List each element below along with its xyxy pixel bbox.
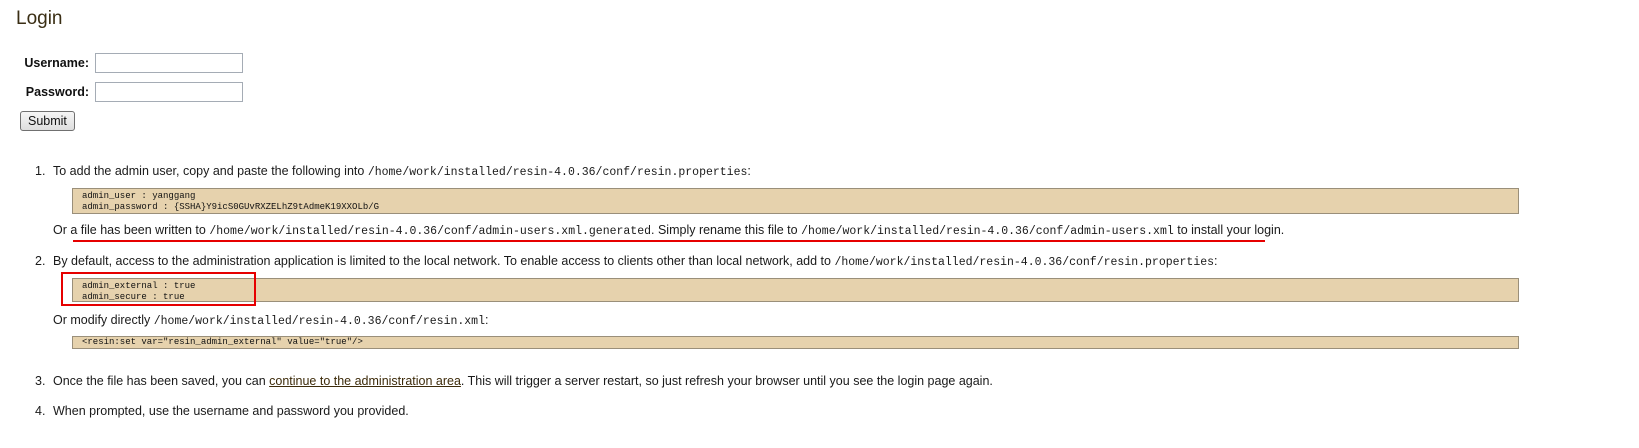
- red-box-annotation: [61, 272, 256, 306]
- step2-text: By default, access to the administration…: [53, 254, 1218, 269]
- username-input[interactable]: [95, 53, 243, 73]
- code-line-admin-external: admin_external : true: [82, 281, 196, 291]
- step1-suffix: :: [747, 164, 751, 178]
- generated-file-path: /home/work/installed/resin-4.0.36/conf/a…: [209, 225, 652, 238]
- step1-path: /home/work/installed/resin-4.0.36/conf/r…: [367, 166, 748, 179]
- password-label: Password:: [25, 85, 89, 99]
- step4-text: When prompted, use the username and pass…: [53, 404, 409, 418]
- step3-text: Once the file has been saved, you can co…: [53, 374, 993, 388]
- step3-number: 3.: [35, 374, 46, 388]
- step2-path: /home/work/installed/resin-4.0.36/conf/r…: [834, 256, 1215, 269]
- resin-xml-path: /home/work/installed/resin-4.0.36/conf/r…: [153, 315, 485, 328]
- step1-text: To add the admin user, copy and paste th…: [53, 164, 751, 179]
- step4-body: When prompted, use the username and pass…: [53, 404, 409, 418]
- admin-users-file-path: /home/work/installed/resin-4.0.36/conf/a…: [801, 225, 1174, 238]
- step3-text-after: . This will trigger a server restart, so…: [460, 374, 993, 388]
- step1-or-text: Or a file has been written to /home/work…: [53, 223, 1284, 238]
- step3-text-before: Once the file has been saved, you can: [53, 374, 266, 388]
- step2-number: 2.: [35, 254, 46, 268]
- username-row: Username:: [18, 52, 243, 74]
- admin-area-link[interactable]: continue to the administration area: [269, 374, 461, 388]
- password-input[interactable]: [95, 82, 243, 102]
- red-underline-annotation: [73, 240, 1265, 242]
- step1-or-prefix: Or a file has been written to: [53, 223, 206, 237]
- step1-or-middle: . Simply rename this file to: [651, 223, 798, 237]
- xml-code-block: <resin:set var="resin_admin_external" va…: [72, 336, 1519, 349]
- step2-suffix: :: [1214, 254, 1218, 268]
- step2-modify-text: Or modify directly /home/work/installed/…: [53, 313, 488, 328]
- step2-modify-suffix: :: [485, 313, 489, 327]
- username-label: Username:: [24, 56, 89, 70]
- submit-button[interactable]: Submit: [20, 111, 75, 131]
- step2-code-block: admin_external : true admin_secure : tru…: [72, 278, 1519, 302]
- code-line-resin-set: <resin:set var="resin_admin_external" va…: [82, 337, 363, 347]
- step2-modify-prefix: Or modify directly: [53, 313, 151, 327]
- code-line-admin-secure: admin_secure : true: [82, 292, 185, 302]
- code-line-admin-user: admin_user : yanggang: [82, 191, 196, 201]
- step1-code-block: admin_user : yanggang admin_password : {…: [72, 188, 1519, 214]
- step1-intro: To add the admin user, copy and paste th…: [53, 164, 365, 178]
- password-row: Password:: [18, 81, 243, 103]
- step1-number: 1.: [35, 164, 46, 178]
- step1-or-suffix: to install your login.: [1177, 223, 1285, 237]
- step2-intro: By default, access to the administration…: [53, 254, 831, 268]
- page-title: Login: [16, 8, 63, 29]
- step4-number: 4.: [35, 404, 46, 418]
- code-line-admin-password: admin_password : {SSHA}Y9icS0GUvRXZELhZ9…: [82, 202, 380, 212]
